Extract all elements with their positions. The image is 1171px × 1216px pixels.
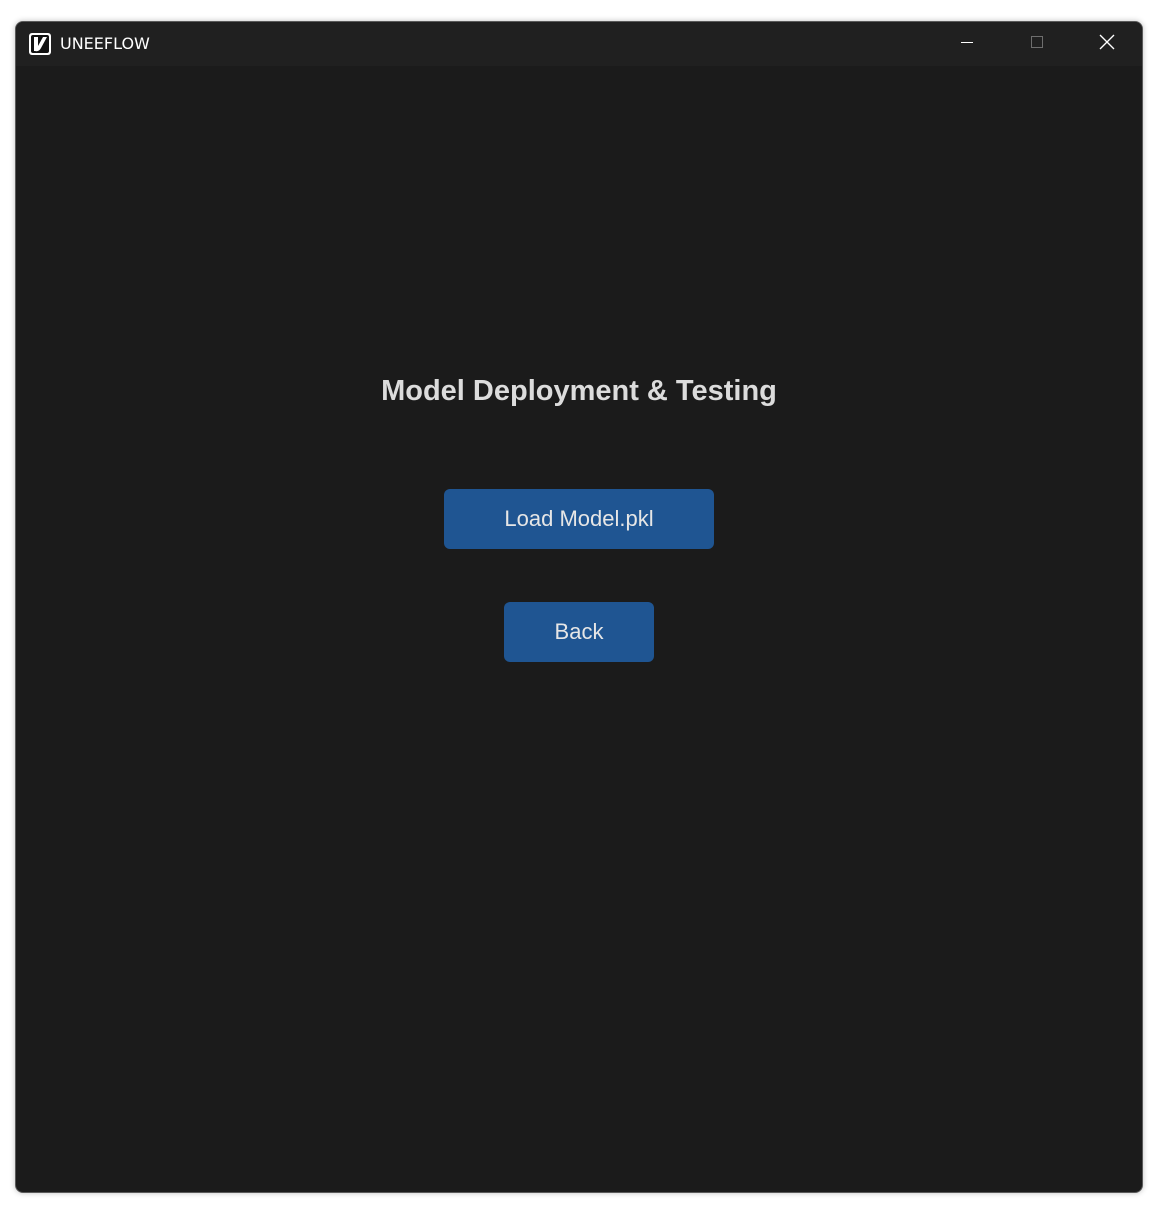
- maximize-icon: [1029, 34, 1045, 55]
- load-model-button[interactable]: Load Model.pkl: [444, 489, 714, 549]
- back-button[interactable]: Back: [504, 602, 654, 662]
- close-button[interactable]: [1072, 22, 1142, 66]
- main-content: Model Deployment & Testing Load Model.pk…: [16, 66, 1142, 1192]
- window-title: UNEEFLOW: [60, 34, 150, 53]
- uneeflow-logo-icon: [29, 33, 51, 55]
- minimize-button[interactable]: [932, 22, 1002, 66]
- close-icon: [1098, 33, 1116, 56]
- maximize-button[interactable]: [1002, 22, 1072, 66]
- minimize-icon: [959, 34, 975, 55]
- page-title: Model Deployment & Testing: [381, 375, 777, 407]
- title-bar[interactable]: UNEEFLOW: [16, 22, 1142, 66]
- app-window: UNEEFLOW Model Deployment & Testing Load…: [15, 21, 1143, 1193]
